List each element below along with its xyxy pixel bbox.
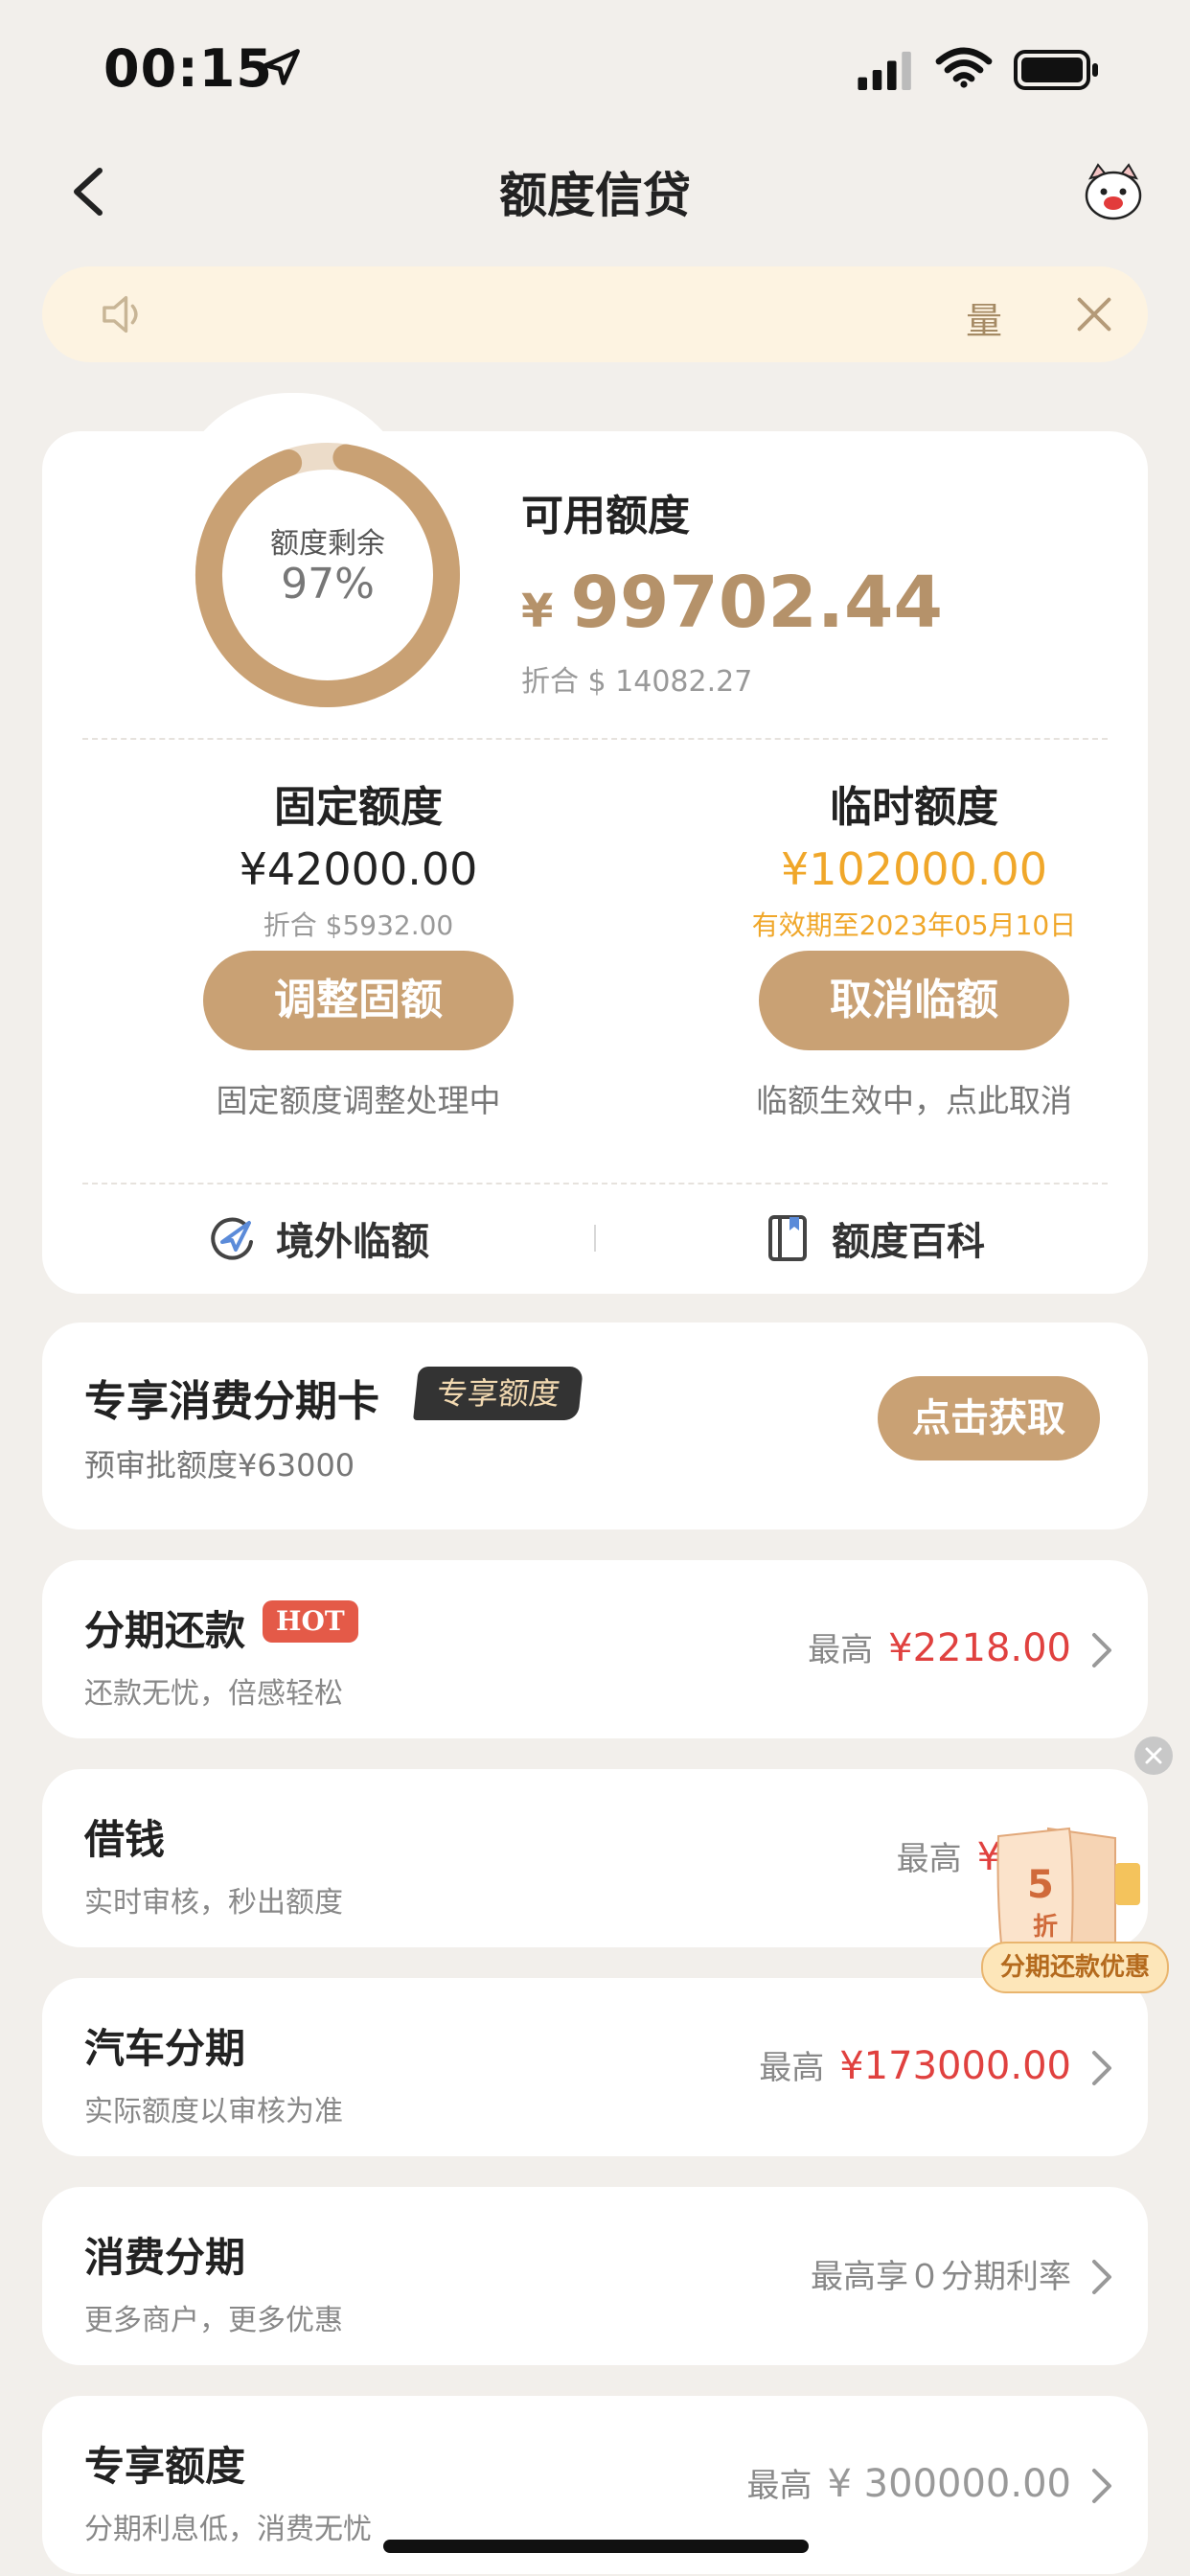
chevron-right-icon [1092, 2260, 1111, 2294]
temp-quota-amount: ¥102000.00 [780, 843, 1048, 895]
list-item-sub: 更多商户，更多优惠 [84, 2304, 343, 2337]
promo-label[interactable]: 分期还款优惠 [981, 1942, 1169, 1993]
signal-icon [858, 51, 911, 90]
ring-percent: 97% [281, 560, 375, 609]
list-item-prefix: 最高 [759, 2049, 825, 2087]
list-item-consumer-installment[interactable]: 消费分期 更多商户，更多优惠 最高享０分期利率 [42, 2187, 1148, 2365]
promo-close-icon[interactable] [1133, 1735, 1175, 1777]
temp-quota-note[interactable]: 临额生效中，点此取消 [675, 1075, 1154, 1121]
book-icon [768, 1215, 807, 1261]
quota-wiki-link[interactable]: 额度百科 [763, 1208, 985, 1269]
list-item-prefix: 最高 [746, 2467, 812, 2505]
mascot-icon[interactable] [1081, 159, 1146, 224]
airplane-circle-icon [211, 1217, 253, 1260]
adjust-fixed-button[interactable]: 调整固额 [203, 951, 514, 1050]
list-item-value: 最高 ¥2218.00 [808, 1623, 1071, 1670]
notice-bar[interactable]: 量 [42, 266, 1148, 362]
available-value: 99702.44 [570, 562, 943, 644]
list-item-sub: 实时审核，秒出额度 [84, 1886, 343, 1920]
divider [82, 1183, 1108, 1184]
chevron-right-icon [1092, 1633, 1111, 1668]
divider [82, 738, 1108, 740]
fixed-quota-note: 固定额度调整处理中 [216, 1082, 501, 1119]
list-item-prefix: 最高 [896, 1840, 962, 1878]
exclusive-sub: 预审批额度¥63000 [84, 1447, 355, 1484]
overseas-quota-link[interactable]: 境外临额 [207, 1208, 429, 1269]
list-item-title: 专享额度 [84, 2443, 246, 2490]
temp-quota-title: 临时额度 [830, 783, 998, 832]
list-item-sub: 分期利息低，消费无忧 [84, 2513, 372, 2546]
list-item-sub: 实际额度以审核为准 [84, 2095, 343, 2128]
fixed-quota-amount: ¥42000.00 [239, 843, 478, 895]
list-item-amount: ¥173000.00 [839, 2044, 1071, 2088]
close-icon[interactable] [1073, 293, 1115, 335]
quota-wiki-label: 额度百科 [832, 1220, 985, 1264]
list-item-prefix: 最高 [808, 1631, 874, 1669]
get-exclusive-button[interactable]: 点击获取 [878, 1376, 1100, 1460]
list-item-value: 最高 ¥ 300000.00 [747, 2459, 1071, 2506]
available-title: 可用额度 [521, 492, 690, 540]
chevron-right-icon [1092, 2051, 1111, 2085]
notice-text: 量 [966, 300, 1003, 342]
available-amount: ¥99702.44 [521, 562, 943, 644]
fixed-quota-usd: 折合 $5932.00 [263, 909, 454, 941]
location-arrow-icon [263, 49, 300, 85]
list-item-amount: ¥ 300000.00 [827, 2462, 1071, 2506]
battery-icon [1014, 50, 1098, 90]
status-time: 00:15 [103, 38, 273, 99]
credit-summary-card: 额度剩余 97% 可用额度 ¥99702.44 折合 $ 14082.27 固定… [42, 393, 1148, 1294]
link-divider [594, 1225, 596, 1252]
temp-quota-expiry: 有效期至2023年05月10日 [751, 909, 1077, 941]
page-title: 额度信贷 [499, 168, 691, 223]
status-bar: 00:15 [0, 0, 1190, 134]
list-item-title: 消费分期 [84, 2234, 246, 2281]
exclusive-card[interactable]: 专享消费分期卡 专享额度 预审批额度¥63000 点击获取 [42, 1322, 1148, 1530]
list-item-sub: 还款无忧，倍感轻松 [84, 1677, 343, 1711]
list-item-value: 最高 ¥173000.00 [759, 2041, 1071, 2088]
list-item-title: 汽车分期 [84, 2025, 246, 2072]
home-indicator [383, 2540, 809, 2553]
hot-badge: HOT [263, 1600, 358, 1643]
chevron-right-icon [1092, 2469, 1111, 2503]
fixed-quota-title: 固定额度 [274, 783, 443, 832]
cancel-temp-button[interactable]: 取消临额 [759, 951, 1069, 1050]
overseas-quota-label: 境外临额 [276, 1220, 429, 1264]
speaker-icon [103, 295, 138, 334]
nav-bar: 额度信贷 [0, 144, 1190, 240]
available-usd: 折合 $ 14082.27 [521, 665, 753, 699]
list-item-amount: ¥2218.00 [888, 1626, 1071, 1670]
list-item-title: 分期还款 [84, 1607, 246, 1654]
exclusive-badge: 专享额度 [413, 1367, 584, 1420]
promo-unit: 折 [1033, 1913, 1059, 1942]
available-currency: ¥ [521, 585, 554, 638]
list-item-installment-repay[interactable]: 分期还款 HOT 还款无忧，倍感轻松 最高 ¥2218.00 [42, 1560, 1148, 1738]
list-item-car-installment[interactable]: 汽车分期 实际额度以审核为准 最高 ¥173000.00 [42, 1978, 1148, 2156]
promo-number: 5 [1027, 1863, 1054, 1907]
exclusive-title: 专享消费分期卡 [84, 1377, 379, 1426]
list-item-title: 借钱 [84, 1816, 166, 1863]
ring-label: 额度剩余 [270, 527, 385, 561]
wifi-icon [935, 47, 993, 88]
list-item-value: 最高享０分期利率 [811, 2258, 1071, 2296]
